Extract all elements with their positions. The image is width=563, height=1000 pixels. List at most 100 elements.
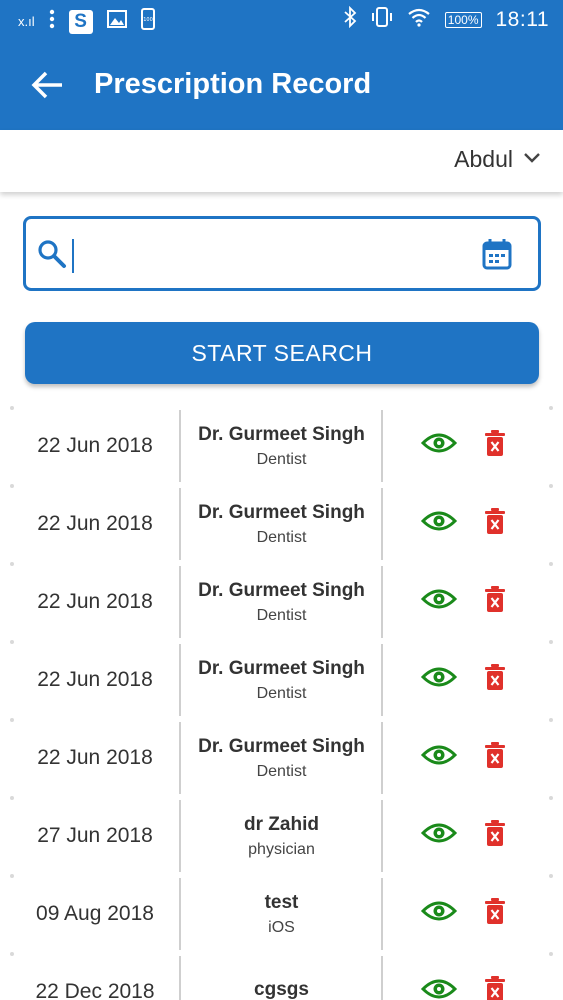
doctor-specialty: iOS — [268, 918, 295, 936]
record-row[interactable]: 27 Jun 2018 dr Zahid physician — [0, 796, 563, 876]
doctor-name: test — [264, 891, 299, 913]
view-button[interactable] — [420, 508, 458, 538]
record-doctor: Dr. Gurmeet Singh Dentist — [182, 408, 381, 484]
delete-button[interactable] — [483, 819, 507, 851]
record-row[interactable]: 22 Jun 2018 Dr. Gurmeet Singh Dentist — [0, 484, 563, 564]
eye-icon — [420, 431, 458, 460]
row-corner — [549, 640, 553, 644]
delete-button[interactable] — [483, 429, 507, 461]
delete-button[interactable] — [483, 897, 507, 929]
svg-text:100: 100 — [143, 17, 153, 23]
row-divider — [179, 878, 181, 950]
record-row[interactable]: 22 Jun 2018 Dr. Gurmeet Singh Dentist — [0, 718, 563, 798]
delete-button[interactable] — [483, 585, 507, 617]
status-bar-left: x.ıl S 100 — [18, 8, 155, 35]
back-button[interactable] — [26, 64, 68, 106]
row-divider — [381, 644, 383, 716]
delete-button[interactable] — [483, 741, 507, 773]
patient-dropdown[interactable]: Abdul — [454, 146, 541, 173]
toolbar: Prescription Record — [0, 50, 563, 122]
clock: 18:11 — [495, 7, 549, 31]
row-divider — [179, 722, 181, 794]
record-doctor: cgsgs — [182, 954, 381, 1000]
doctor-name: Dr. Gurmeet Singh — [198, 423, 365, 445]
page-title: Prescription Record — [94, 68, 372, 100]
search-box — [23, 216, 541, 291]
calendar-icon[interactable] — [482, 238, 512, 275]
eye-icon — [420, 587, 458, 616]
eye-icon — [420, 977, 458, 1000]
record-doctor: Dr. Gurmeet Singh Dentist — [182, 486, 381, 562]
record-row[interactable]: 22 Jun 2018 Dr. Gurmeet Singh Dentist — [0, 562, 563, 642]
doctor-name: Dr. Gurmeet Singh — [198, 657, 365, 679]
status-bar-right: 100% 18:11 — [343, 5, 549, 33]
row-corner — [549, 796, 553, 800]
row-corner — [549, 484, 553, 488]
record-date: 22 Jun 2018 — [37, 590, 153, 613]
row-corner — [549, 952, 553, 956]
eye-icon — [420, 509, 458, 538]
view-button[interactable] — [420, 976, 458, 1000]
view-button[interactable] — [420, 820, 458, 850]
view-button[interactable] — [420, 664, 458, 694]
doctor-specialty: Dentist — [256, 450, 307, 468]
record-date: 09 Aug 2018 — [36, 902, 154, 925]
start-search-button[interactable]: START SEARCH — [25, 322, 539, 384]
delete-button[interactable] — [483, 507, 507, 539]
record-row[interactable]: 09 Aug 2018 test iOS — [0, 874, 563, 954]
doctor-name: dr Zahid — [244, 813, 319, 835]
doctor-name: Dr. Gurmeet Singh — [198, 501, 365, 523]
eye-icon — [420, 821, 458, 850]
record-doctor: Dr. Gurmeet Singh Dentist — [182, 642, 381, 718]
doctor-specialty: Dentist — [256, 762, 307, 780]
trash-icon — [484, 819, 506, 852]
record-row[interactable]: 22 Jun 2018 Dr. Gurmeet Singh Dentist — [0, 640, 563, 720]
doctor-specialty: physician — [248, 840, 315, 858]
patient-bar: Abdul — [0, 130, 563, 192]
trash-icon — [484, 975, 506, 1000]
row-divider — [179, 410, 181, 482]
doctor-name: Dr. Gurmeet Singh — [198, 579, 365, 601]
arrow-back-icon — [31, 71, 62, 99]
record-doctor: Dr. Gurmeet Singh Dentist — [182, 564, 381, 640]
record-row[interactable]: 22 Jun 2018 Dr. Gurmeet Singh Dentist — [0, 406, 563, 486]
wifi-icon — [407, 7, 431, 32]
doctor-name: cgsgs — [254, 978, 309, 1000]
delete-button[interactable] — [483, 975, 507, 1000]
row-divider — [179, 956, 181, 1000]
record-date: 22 Jun 2018 — [37, 434, 153, 457]
doctor-specialty: Dentist — [256, 528, 307, 546]
sim-icon: 100 — [140, 8, 155, 35]
row-divider — [381, 800, 383, 872]
search-input[interactable] — [72, 239, 472, 273]
record-doctor: dr Zahid physician — [182, 798, 381, 874]
delete-button[interactable] — [483, 663, 507, 695]
doctor-name: Dr. Gurmeet Singh — [198, 735, 365, 757]
view-button[interactable] — [420, 430, 458, 460]
row-corner — [549, 718, 553, 722]
trash-icon — [484, 741, 506, 774]
vibrate-icon — [371, 6, 393, 33]
row-divider — [381, 956, 383, 1000]
trash-icon — [484, 507, 506, 540]
record-date: 22 Jun 2018 — [37, 668, 153, 691]
patient-name: Abdul — [454, 146, 513, 172]
view-button[interactable] — [420, 742, 458, 772]
battery-icon: 100% — [444, 11, 482, 28]
eye-icon — [420, 899, 458, 928]
app-s-icon: S — [68, 9, 93, 34]
view-button[interactable] — [420, 898, 458, 928]
trash-icon — [484, 585, 506, 618]
record-date: 22 Dec 2018 — [35, 980, 155, 1000]
record-row[interactable]: 22 Dec 2018 cgsgs — [0, 952, 563, 1000]
doctor-specialty: Dentist — [256, 684, 307, 702]
trash-icon — [484, 663, 506, 696]
row-divider — [381, 722, 383, 794]
row-divider — [179, 488, 181, 560]
bluetooth-icon — [343, 5, 357, 33]
record-date: 22 Jun 2018 — [37, 746, 153, 769]
view-button[interactable] — [420, 586, 458, 616]
search-icon — [36, 238, 68, 275]
more-vert-icon — [49, 9, 55, 34]
signal-icon: x.ıl — [18, 14, 35, 29]
